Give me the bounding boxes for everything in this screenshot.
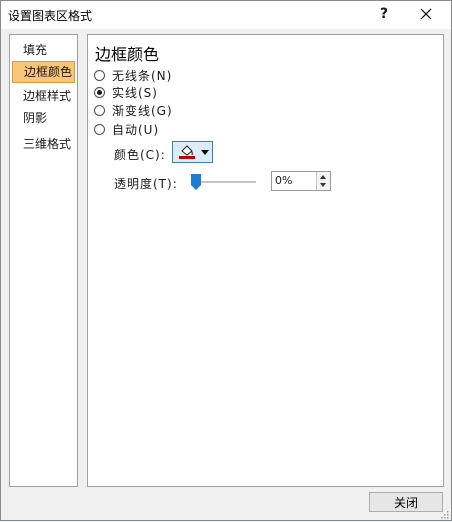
slider-track: [193, 181, 256, 183]
transparency-value[interactable]: 0%: [275, 174, 292, 187]
radio-gradient-line[interactable]: 渐变线(G): [94, 102, 173, 119]
close-button[interactable]: 关闭: [369, 492, 443, 512]
format-chart-area-dialog: 设置图表区格式 ? 填充 边框颜色 边框样式 阴影 三维格式 边框颜色 无线条(…: [0, 0, 452, 521]
paint-bucket-icon: [178, 144, 196, 160]
nav-item-border-style[interactable]: 边框样式: [12, 85, 75, 107]
nav-item-border-color[interactable]: 边框颜色: [12, 61, 75, 83]
radio-no-line[interactable]: 无线条(N): [94, 67, 172, 84]
radio-solid-line[interactable]: 实线(S): [94, 84, 158, 101]
spinner-buttons[interactable]: [316, 172, 330, 190]
nav-item-shadow[interactable]: 阴影: [12, 107, 75, 129]
radio-label: 自动(U): [112, 123, 160, 137]
nav-item-3d-format[interactable]: 三维格式: [12, 133, 75, 155]
spin-up-icon[interactable]: [320, 175, 326, 179]
transparency-spinner[interactable]: 0%: [271, 171, 331, 191]
chevron-down-icon: [201, 150, 209, 155]
transparency-slider[interactable]: [191, 172, 256, 192]
radio-label: 渐变线(G): [112, 104, 173, 118]
radio-label: 实线(S): [112, 86, 158, 100]
color-label: 颜色(C):: [114, 148, 166, 162]
resize-grip-icon[interactable]: [439, 508, 449, 519]
transparency-label: 透明度(T):: [114, 177, 178, 191]
section-title: 边框颜色: [95, 45, 160, 64]
radio-button[interactable]: [94, 70, 105, 81]
radio-automatic[interactable]: 自动(U): [94, 121, 159, 138]
radio-button-checked[interactable]: [94, 87, 105, 98]
slider-thumb[interactable]: [191, 174, 201, 190]
settings-panel: 边框颜色 无线条(N) 实线(S) 渐变线(G) 自动(U) 颜色(C): 透明…: [87, 34, 444, 487]
color-picker-button[interactable]: [172, 141, 213, 163]
nav-item-fill[interactable]: 填充: [12, 39, 75, 61]
title-bar[interactable]: 设置图表区格式 ?: [1, 1, 451, 29]
close-icon[interactable]: [413, 3, 439, 25]
radio-label: 无线条(N): [112, 69, 173, 83]
dialog-title: 设置图表区格式: [8, 9, 93, 23]
category-list: 填充 边框颜色 边框样式 阴影 三维格式: [9, 34, 78, 487]
spin-down-icon[interactable]: [320, 183, 326, 187]
help-button[interactable]: ?: [373, 3, 395, 25]
radio-button[interactable]: [94, 124, 105, 135]
radio-button[interactable]: [94, 105, 105, 116]
